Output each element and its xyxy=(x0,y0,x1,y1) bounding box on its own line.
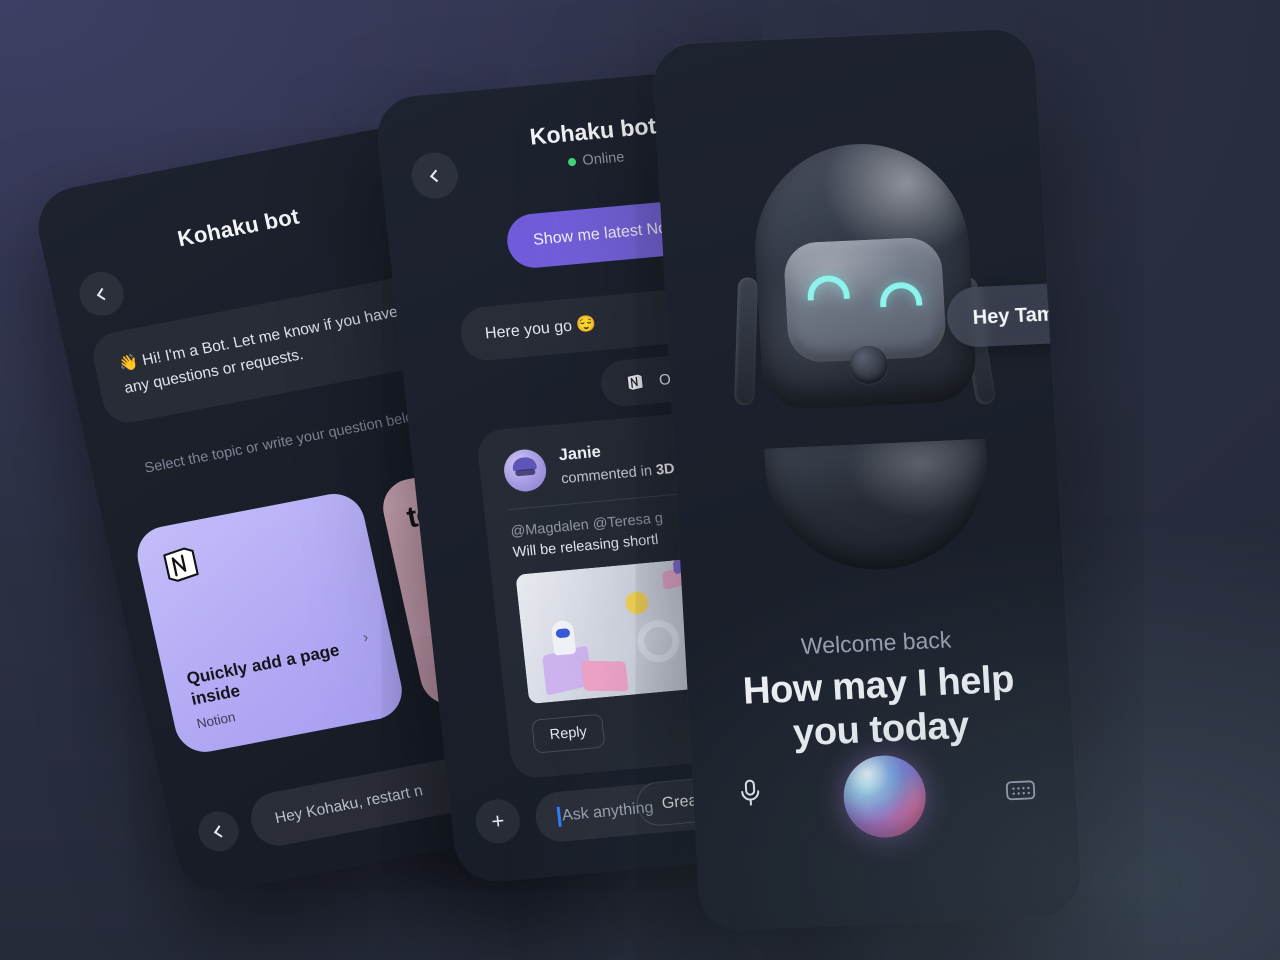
robot-ear-left xyxy=(734,277,759,406)
phone-card-assistant-home: Hey Tam 👋 Welcome back How may I help yo… xyxy=(651,28,1083,932)
chevron-left-icon xyxy=(96,287,110,300)
notion-logo-icon xyxy=(626,373,644,392)
page-title: How may I help you today xyxy=(741,658,1016,756)
online-dot-icon xyxy=(567,157,577,167)
robot-head xyxy=(749,139,978,411)
chevron-left-icon xyxy=(213,824,227,838)
comment-action-prefix: commented in xyxy=(560,462,657,488)
microphone-icon[interactable] xyxy=(736,777,764,813)
robot-visor xyxy=(782,236,948,364)
comment-author: Janie xyxy=(557,442,602,465)
message-input-placeholder: Ask anything xyxy=(561,799,655,825)
robot-eye-right-icon xyxy=(879,281,923,308)
robot-mascot-icon: Hey Tam 👋 xyxy=(656,106,1083,643)
back-button[interactable] xyxy=(75,268,128,320)
chat-status-label: Online xyxy=(581,149,626,170)
topic-hint-text: Select the topic or write your question … xyxy=(143,406,429,477)
keyboard-icon[interactable] xyxy=(1005,779,1036,807)
voice-orb-icon[interactable] xyxy=(841,753,928,840)
avatar xyxy=(501,447,549,494)
chevron-left-icon xyxy=(429,169,443,182)
robot-eye-left-icon xyxy=(806,274,850,301)
back-card-title: Kohaku bot xyxy=(175,203,302,252)
add-attachment-button[interactable]: + xyxy=(473,797,523,846)
suggestion-card-notion[interactable]: › Quickly add a page inside Notion xyxy=(131,488,408,757)
robot-body xyxy=(764,438,993,575)
greeting-bubble: Hey Tam 👋 xyxy=(945,280,1083,349)
app-showcase-scene: Kohaku bot 👋 Hi! I'm a Bot. Let me know … xyxy=(0,0,1280,960)
reply-button[interactable]: Reply xyxy=(531,713,606,754)
notion-logo-icon xyxy=(163,547,199,582)
assistant-controls xyxy=(691,743,1077,840)
collapse-button[interactable] xyxy=(194,807,243,855)
